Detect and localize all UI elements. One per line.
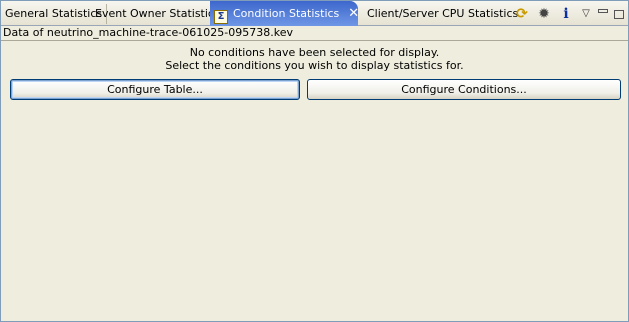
empty-message-line1: No conditions have been selected for dis… [189, 46, 440, 59]
empty-message-line2: Select the conditions you wish to displa… [165, 59, 464, 72]
tab-client-server-cpu-statistics[interactable]: Client/Server CPU Statistics [363, 4, 522, 24]
tab-label: Condition Statistics [233, 7, 340, 20]
tab-label: General Statistics [5, 7, 103, 20]
divider [1, 40, 628, 41]
tab-event-owner-statistics[interactable]: Event Owner Statistics [91, 4, 225, 24]
sync-icon[interactable]: ⟳ [514, 6, 530, 22]
file-label: Data of neutrino_machine-trace-061025-09… [3, 26, 293, 39]
bug-icon[interactable]: ✹ [536, 6, 552, 22]
statistics-view: General Statistics Event Owner Statistic… [0, 0, 629, 322]
close-icon[interactable]: ✕ [348, 1, 359, 26]
view-menu-icon[interactable]: ▽ [580, 6, 592, 22]
view-toolbar: ⟳ ✹ i ▽ [514, 4, 628, 24]
tab-label: Event Owner Statistics [95, 7, 220, 20]
minimize-icon[interactable] [598, 9, 608, 13]
tab-label: Client/Server CPU Statistics [367, 7, 519, 20]
maximize-icon[interactable] [614, 9, 624, 19]
configure-conditions-button[interactable]: Configure Conditions... [307, 79, 621, 100]
tab-bar: General Statistics Event Owner Statistic… [1, 1, 628, 26]
tab-condition-statistics[interactable]: Σ Condition Statistics ✕ [210, 1, 359, 26]
info-icon[interactable]: i [558, 6, 574, 22]
sigma-icon: Σ [214, 10, 228, 24]
configure-table-button[interactable]: Configure Table... [10, 79, 300, 100]
empty-message: No conditions have been selected for dis… [1, 46, 628, 72]
